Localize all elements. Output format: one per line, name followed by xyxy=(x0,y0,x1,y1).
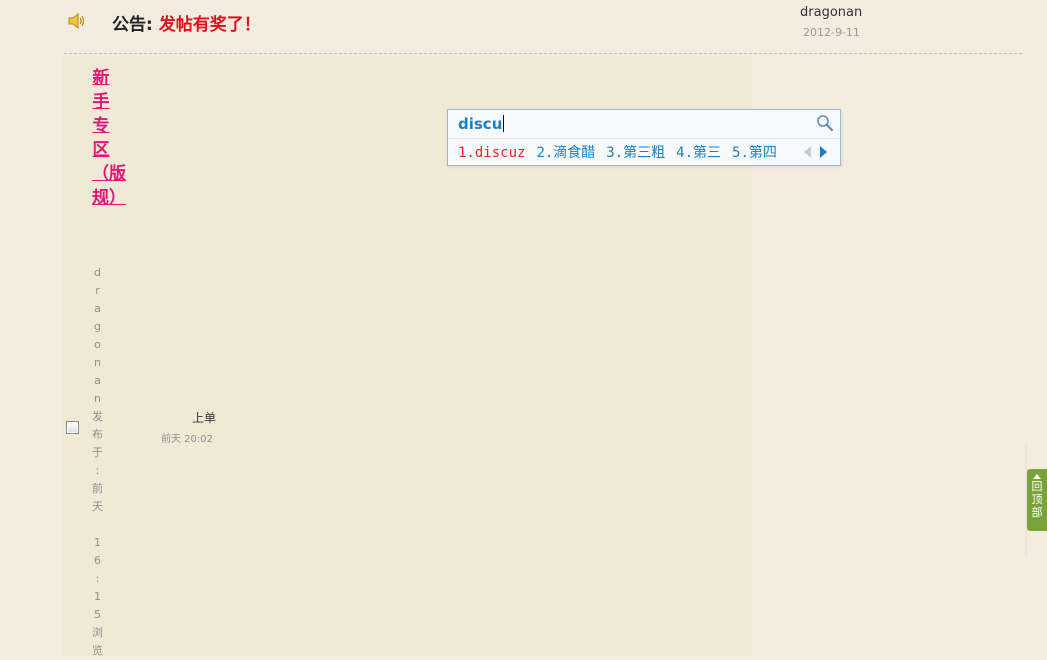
meta-char: 于 xyxy=(92,446,104,459)
arrow-up-icon xyxy=(1033,474,1041,479)
divider xyxy=(64,53,1022,54)
back-to-top-char: 顶 xyxy=(1031,493,1043,506)
notice-text: 公告: 发帖有奖了！ xyxy=(112,10,261,35)
meta-char: 天 xyxy=(92,500,104,513)
meta-char xyxy=(91,516,105,534)
speaker-icon xyxy=(68,12,85,30)
back-to-top-button[interactable]: 回 顶 部 xyxy=(1027,469,1047,531)
thread-title-char: 区 xyxy=(92,140,110,160)
meta-char: 1 xyxy=(94,536,102,549)
meta-char: a xyxy=(94,302,102,315)
ime-prev-page-icon[interactable] xyxy=(804,146,811,158)
last-post-time: 前天 20:02 xyxy=(161,434,213,445)
meta-char: a xyxy=(94,374,102,387)
ime-next-page-icon[interactable] xyxy=(820,146,827,158)
meta-char: 1 xyxy=(94,590,102,603)
meta-char: 布 xyxy=(92,428,104,441)
meta-char: 浏 xyxy=(92,626,104,639)
thread-title-char: 手 xyxy=(92,92,110,112)
thread-select-checkbox[interactable] xyxy=(66,421,79,434)
thread-title-link[interactable]: 新手专区 （版规） xyxy=(92,66,126,210)
text-caret xyxy=(503,115,505,132)
ime-candidate-window: discu 1.discuz 2.滴食醋 3.第三粗 4.第三 5.第四 xyxy=(447,109,841,166)
ime-separator xyxy=(448,138,840,139)
meta-char: 6 xyxy=(94,554,102,567)
thread-title-char: （ xyxy=(92,164,109,184)
thread-title-char: 规 xyxy=(92,188,109,208)
ime-candidate[interactable]: 1.discuz xyxy=(458,145,525,161)
meta-char: o xyxy=(94,338,102,351)
ime-composition[interactable]: discu xyxy=(458,115,505,133)
back-to-top-char: 回 xyxy=(1031,480,1043,493)
meta-char: 发 xyxy=(92,410,104,423)
ime-composition-text: discu xyxy=(458,115,503,133)
meta-char: 前 xyxy=(92,482,104,495)
ime-candidate[interactable]: 3.第三粗 xyxy=(606,145,665,161)
meta-char: 览 xyxy=(92,644,104,657)
meta-char: 5 xyxy=(94,608,102,621)
last-post-author[interactable]: 上单 xyxy=(192,409,216,426)
ime-candidate[interactable]: 5.第四 xyxy=(732,145,777,161)
meta-char: n xyxy=(94,392,102,405)
meta-char: r xyxy=(95,284,101,297)
meta-char: : xyxy=(95,572,101,585)
thread-title-char: 版 xyxy=(109,164,126,184)
ime-candidate[interactable]: 4.第三 xyxy=(676,145,721,161)
notice-author[interactable]: dragonan xyxy=(800,5,862,20)
meta-char: g xyxy=(94,320,102,333)
thread-title-char: ） xyxy=(109,188,126,208)
notice-date: 2012-9-11 xyxy=(803,26,860,39)
meta-char: d xyxy=(94,266,102,279)
search-icon[interactable] xyxy=(816,114,834,132)
ime-candidate-list: 1.discuz 2.滴食醋 3.第三粗 4.第三 5.第四 xyxy=(458,142,788,162)
thread-meta: d r a g o n a n 发 布 于 : 前 天 1 6 : 1 5 浏 … xyxy=(91,264,105,660)
meta-char: n xyxy=(94,356,102,369)
notice-link[interactable]: 发帖有奖了！ xyxy=(159,15,261,35)
thread-title-char: 新 xyxy=(92,68,110,88)
thread-title-char: 专 xyxy=(92,116,110,136)
notice-label: 公告: xyxy=(112,15,153,35)
notice-bar: 公告: 发帖有奖了！ dragonan 2012-9-11 xyxy=(0,0,1047,54)
meta-char: : xyxy=(95,464,101,477)
ime-candidate[interactable]: 2.滴食醋 xyxy=(536,145,595,161)
back-to-top-char: 部 xyxy=(1031,506,1043,519)
